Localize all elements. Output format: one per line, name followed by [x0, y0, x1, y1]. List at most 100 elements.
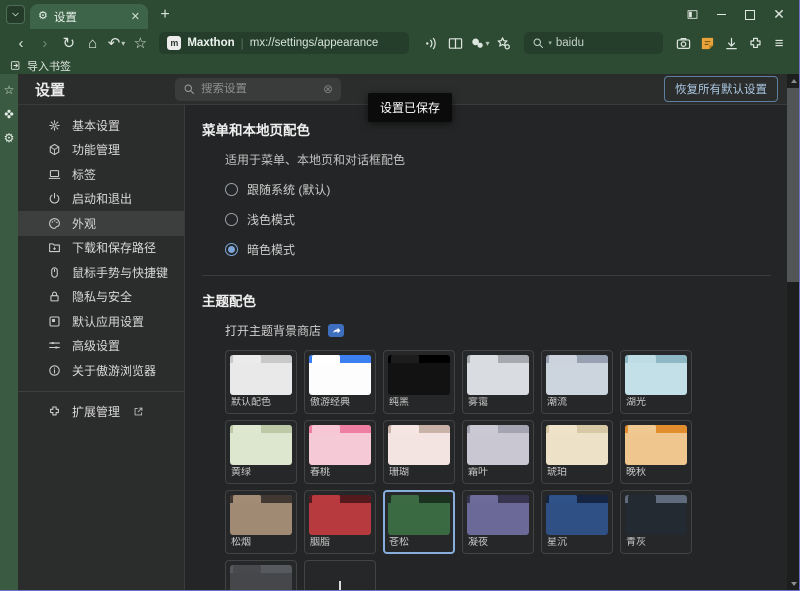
- vbox-flower-button[interactable]: [3, 107, 16, 120]
- back-button[interactable]: ‹: [10, 32, 32, 54]
- tab-close-icon[interactable]: ✕: [131, 10, 140, 23]
- theme-tile-label: 纯黑: [388, 397, 450, 409]
- main-menu-button[interactable]: ≡: [768, 32, 790, 54]
- split-view-button[interactable]: [445, 32, 467, 54]
- favorite-star-button[interactable]: ☆: [129, 32, 151, 54]
- close-window-button[interactable]: ✕: [770, 6, 788, 24]
- theme-tile[interactable]: 青灰: [620, 490, 692, 554]
- theme-tile[interactable]: 霜叶: [462, 420, 534, 484]
- import-bookmarks-icon: [10, 60, 21, 71]
- theme-tile[interactable]: 琥珀: [541, 420, 613, 484]
- notes-button[interactable]: [696, 32, 718, 54]
- layout-panel-icon: [687, 9, 698, 20]
- theme-tile-label: 霜叶: [467, 467, 529, 479]
- radio-option[interactable]: 暗色模式: [225, 241, 787, 258]
- page-body: 基本设置功能管理标签启动和退出外观下载和保存路径鼠标手势与快捷键隐私与安全默认应…: [18, 105, 787, 591]
- theme-swatch: [309, 355, 371, 395]
- restore-defaults-button[interactable]: 恢复所有默认设置: [664, 76, 778, 102]
- sidebar-item-sliders[interactable]: 高级设置: [18, 334, 184, 359]
- theme-tile[interactable]: 默认配色: [225, 350, 297, 414]
- theme-tile[interactable]: 暗夜: [225, 560, 297, 591]
- forward-button[interactable]: ›: [34, 32, 56, 54]
- swatch-tab: [549, 425, 577, 433]
- sidebar-item-palette[interactable]: 外观: [18, 211, 184, 236]
- bookmarks-bar: 导入书签: [0, 57, 800, 74]
- settings-gear-button[interactable]: ⚙: [3, 131, 16, 144]
- theme-tile-label: 默认配色: [230, 397, 292, 409]
- menu-color-options: 跟随系统 (默认) 浅色模式暗色模式: [202, 181, 787, 258]
- theme-tile-label: 珊瑚: [388, 467, 450, 479]
- sidebar-item-lock[interactable]: 隐私与安全: [18, 285, 184, 310]
- theme-tile[interactable]: 春桃: [304, 420, 376, 484]
- theme-tile-label: 凝夜: [467, 537, 529, 549]
- share-bubbles-icon: [470, 36, 485, 51]
- clear-search-icon[interactable]: ⊗: [323, 83, 333, 95]
- theme-store-link[interactable]: 打开主题背景商店: [225, 322, 787, 339]
- tab-list-button[interactable]: [6, 5, 25, 24]
- boss-layout-button[interactable]: [683, 6, 701, 24]
- address-bar[interactable]: m Maxthon | mx://settings/appearance: [159, 32, 408, 54]
- sidebar-item-mouse[interactable]: 鼠标手势与快捷键: [18, 260, 184, 285]
- maximize-button[interactable]: [741, 6, 759, 24]
- refresh-button[interactable]: ↻: [58, 32, 80, 54]
- theme-tile[interactable]: 湖光: [620, 350, 692, 414]
- radio-button-icon[interactable]: [225, 243, 238, 256]
- laptop-icon: [48, 168, 61, 181]
- tab-settings[interactable]: ⚙ 设置 ✕: [30, 4, 148, 29]
- radio-option[interactable]: 跟随系统 (默认): [225, 181, 787, 198]
- theme-tile[interactable]: 胭脂: [304, 490, 376, 554]
- sidebar-item-cube[interactable]: 功能管理: [18, 138, 184, 163]
- search-engine-text: baidu: [556, 37, 584, 49]
- sidebar-item-folder[interactable]: 下载和保存路径: [18, 236, 184, 261]
- theme-tile[interactable]: 松烟: [225, 490, 297, 554]
- theme-tile[interactable]: 纯黑: [383, 350, 455, 414]
- new-tab-button[interactable]: +: [154, 4, 176, 26]
- window-controls: ✕: [683, 6, 788, 24]
- read-aloud-button[interactable]: [421, 32, 443, 54]
- flower-icon: [3, 108, 15, 120]
- theme-tile[interactable]: 潮流: [541, 350, 613, 414]
- add-theme-tile[interactable]: [304, 560, 376, 591]
- collect-button[interactable]: [492, 32, 514, 54]
- swatch-tab: [470, 425, 498, 433]
- sidebar-item-label: 外观: [72, 215, 96, 232]
- settings-search-box[interactable]: ⊗: [175, 78, 341, 101]
- search-box[interactable]: ▾ baidu: [524, 32, 662, 54]
- tab-title: 设置: [54, 9, 125, 25]
- downloads-button[interactable]: [720, 32, 742, 54]
- extensions-button[interactable]: [744, 32, 766, 54]
- sidebar-item-extensions[interactable]: 扩展管理: [18, 400, 184, 425]
- minimize-button[interactable]: [712, 6, 730, 24]
- theme-tile[interactable]: 星沉: [541, 490, 613, 554]
- theme-tile[interactable]: 黄绿: [225, 420, 297, 484]
- sidebar-item-laptop[interactable]: 标签: [18, 162, 184, 187]
- theme-swatch: [467, 495, 529, 535]
- content-area: 菜单和本地页配色 适用于菜单、本地页和对话框配色 跟随系统 (默认)浅色模式暗色…: [185, 105, 787, 591]
- import-bookmarks-button[interactable]: 导入书签: [27, 58, 71, 74]
- theme-swatch: [625, 425, 687, 465]
- home-button[interactable]: ⌂: [82, 32, 104, 54]
- settings-search-input[interactable]: [201, 83, 317, 95]
- sidebar-item-appwin[interactable]: 默认应用设置: [18, 309, 184, 334]
- palette-icon: [48, 217, 61, 230]
- sidebar-item-gear[interactable]: 基本设置: [18, 113, 184, 138]
- radio-button-icon[interactable]: [225, 183, 238, 196]
- swatch-tab: [549, 495, 577, 503]
- theme-swatch: [467, 355, 529, 395]
- share-button[interactable]: ▾: [469, 32, 491, 54]
- theme-tile[interactable]: 晚秋: [620, 420, 692, 484]
- radio-option[interactable]: 浅色模式: [225, 211, 787, 228]
- sidebar-item-info[interactable]: 关于傲游浏览器: [18, 358, 184, 383]
- camera-icon: [676, 36, 691, 51]
- theme-tile[interactable]: 苍松: [383, 490, 455, 554]
- theme-tile[interactable]: 凝夜: [462, 490, 534, 554]
- theme-tile[interactable]: 雾霭: [462, 350, 534, 414]
- theme-tile[interactable]: 傲游经典: [304, 350, 376, 414]
- sidebar-item-power[interactable]: 启动和退出: [18, 187, 184, 212]
- screenshot-button[interactable]: [673, 32, 695, 54]
- theme-tile[interactable]: 珊瑚: [383, 420, 455, 484]
- swatch-tab: [628, 425, 656, 433]
- radio-button-icon[interactable]: [225, 213, 238, 226]
- favorites-star-button[interactable]: ☆: [3, 83, 16, 96]
- undo-tab-button[interactable]: ↶▾: [106, 32, 128, 54]
